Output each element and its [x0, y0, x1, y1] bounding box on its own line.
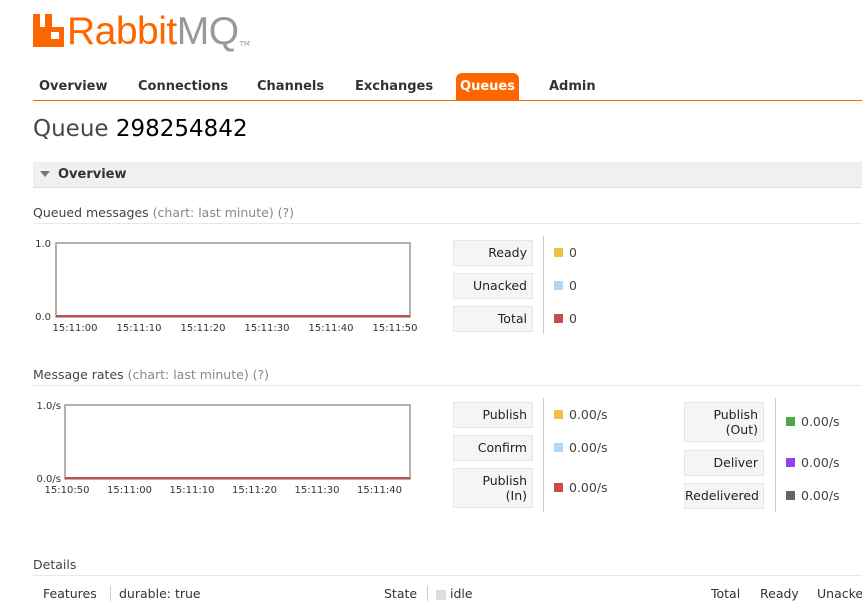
color-swatch [786, 491, 795, 500]
legend-label: Redelivered [684, 483, 764, 509]
legend-label: Publish [453, 402, 533, 428]
tab-connections[interactable]: Connections [132, 73, 234, 100]
color-swatch [786, 458, 795, 467]
color-swatch [554, 410, 563, 419]
color-swatch [554, 281, 563, 290]
section-label: Overview [58, 167, 127, 182]
color-swatch [554, 443, 563, 452]
x-tick-label: 15:10:50 [45, 485, 90, 496]
state-label: State [384, 586, 418, 601]
x-tick-label: 15:11:40 [309, 323, 354, 334]
legend-label: Publish (Out) [684, 402, 764, 442]
legend-label: Unacked [453, 273, 533, 299]
legend-label: Ready [453, 240, 533, 266]
x-tick-label: 15:11:50 [373, 323, 418, 334]
legend-value: 0.00/s [569, 440, 608, 455]
legend-value: 0 [569, 245, 577, 260]
y-tick-label: 1.0/s [37, 401, 61, 412]
color-swatch [554, 483, 563, 492]
legend-value: 0.00/s [801, 414, 840, 429]
col-total: Total [711, 586, 741, 601]
plot-area [55, 242, 411, 318]
divider [775, 398, 776, 512]
tab-admin[interactable]: Admin [543, 73, 602, 100]
plot-area [64, 404, 411, 480]
x-tick-label: 15:11:10 [170, 485, 215, 496]
message-rates-svg: 1.0/s 0.0/s15:10:50 15:11:00 15:11:10 15:11:… [37, 401, 411, 496]
legend-value: 0 [569, 278, 577, 293]
queued-messages-header: Queued messages (chart: last minute) (?) [33, 205, 862, 224]
features-value: durable: true [110, 586, 201, 601]
message-rates-header: Message rates (chart: last minute) (?) [33, 367, 862, 386]
details-header: Details [33, 557, 862, 576]
legend-value: 0.00/s [569, 407, 608, 422]
legend-value: 0.00/s [569, 480, 608, 495]
tab-channels[interactable]: Channels [251, 73, 330, 100]
x-tick-label: 15:11:40 [357, 485, 402, 496]
page-title: Queue 298254842 [33, 116, 248, 142]
features-label: Features [43, 586, 97, 601]
col-unacked: Unacked [817, 586, 862, 601]
x-tick-label: 15:11:20 [232, 485, 277, 496]
tab-overview[interactable]: Overview [33, 73, 114, 100]
overview-section-toggle[interactable]: Overview [33, 162, 862, 188]
state-indicator-icon [436, 589, 446, 600]
chart-range-link[interactable]: (chart: last minute) (?) [153, 205, 294, 220]
divider [543, 236, 544, 334]
y-tick-label: 0.0/s [37, 474, 61, 485]
main-nav: Overview Connections Channels Exchanges … [33, 73, 862, 101]
state-value: idle [427, 586, 473, 601]
chart-range-link[interactable]: (chart: last minute) (?) [128, 367, 269, 382]
message-rates-label: Message rates [33, 367, 124, 382]
y-tick-label: 1.0 [35, 239, 51, 250]
rabbitmq-logo[interactable]: RabbitMQ TM [33, 10, 250, 53]
legend-label: Deliver [684, 450, 764, 476]
color-swatch [786, 417, 795, 426]
y-tick-label: 0.0 [35, 312, 51, 323]
logo-trademark: TM [239, 40, 250, 48]
legend-value: 0 [569, 311, 577, 326]
legend-value: 0.00/s [801, 488, 840, 503]
col-ready: Ready [760, 586, 799, 601]
queued-messages-chart: 1.0 0.0 15:11:00 15:11:10 15:11:20 15:11:30 15… [33, 236, 443, 336]
x-tick-label: 15:11:30 [295, 485, 340, 496]
legend-value: 0.00/s [801, 455, 840, 470]
color-swatch [554, 248, 563, 257]
queued-messages-label: Queued messages [33, 205, 149, 220]
tab-exchanges[interactable]: Exchanges [349, 73, 439, 100]
legend-label: Confirm [453, 435, 533, 461]
divider [543, 398, 544, 512]
x-tick-label: 15:11:00 [53, 323, 98, 334]
triangle-down-icon [40, 171, 50, 177]
logo-text: RabbitMQ [67, 10, 239, 53]
message-rates-chart: 1.0/s 0.0/s 15:10:50 15:11:00 15:11:10 15:11:… [33, 398, 443, 498]
queued-messages-svg: 1.0 0.015:11:00 15:11:10 15:11:20 15:11:30 15… [35, 239, 418, 334]
x-tick-label: 15:11:30 [245, 323, 290, 334]
x-tick-label: 15:11:10 [117, 323, 162, 334]
color-swatch [554, 314, 563, 323]
tab-queues[interactable]: Queues [456, 73, 519, 100]
x-tick-label: 15:11:00 [107, 485, 152, 496]
legend-label: Total [453, 306, 533, 332]
legend-label: Publish (In) [453, 468, 533, 508]
x-tick-label: 15:11:20 [181, 323, 226, 334]
rabbitmq-logo-icon [33, 14, 64, 47]
